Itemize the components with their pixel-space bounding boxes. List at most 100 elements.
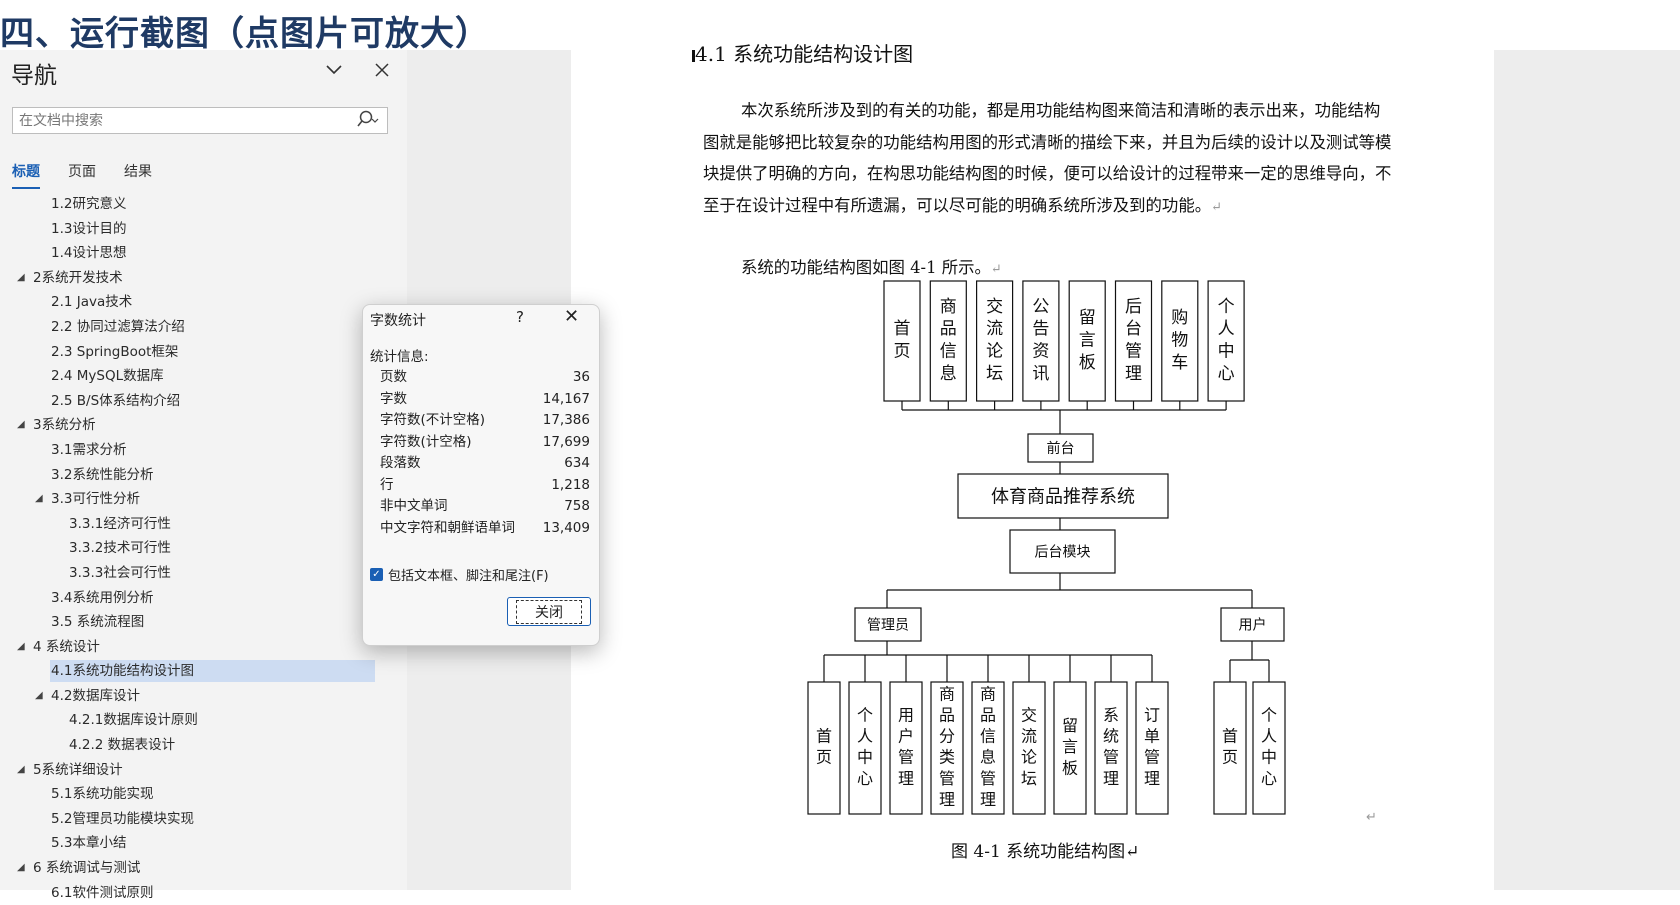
nav-title: 导航 — [11, 63, 57, 89]
paragraph-mark: ↵ — [1366, 810, 1377, 825]
page-heading: 四、运行截图（点图片可放大） — [0, 14, 490, 54]
outline-item-label: 2.1 Java技术 — [51, 294, 133, 311]
outline-item[interactable]: 5.3本章小结 — [0, 831, 400, 856]
outline-item[interactable]: ◢ 5系统详细设计 — [0, 758, 400, 783]
front-box-label: 前台 — [1047, 440, 1075, 457]
outline-item[interactable]: 6.1软件测试原则 — [0, 881, 400, 905]
outline-item[interactable]: ◢ 2系统开发技术 — [0, 266, 400, 291]
module-label: 购物车 — [1171, 308, 1188, 373]
module-label: 留言板 — [1079, 308, 1096, 373]
expand-triangle-icon[interactable]: ◢ — [17, 413, 25, 438]
outline-item-label: 5.2管理员功能模块实现 — [51, 810, 194, 827]
statistic-value: 1,218 — [551, 476, 590, 493]
statistic-name: 字数 — [380, 390, 407, 407]
outline-item[interactable]: 2.2 协同过滤算法介绍 — [0, 315, 400, 340]
checkbox-checked-icon[interactable]: ✓ — [370, 568, 383, 581]
nav-tabs: 标题 页面 结果 — [12, 161, 180, 189]
outline-item[interactable]: 3.3.3社会可行性 — [0, 561, 400, 586]
chevron-down-icon[interactable] — [326, 60, 342, 79]
outline-item-label: 1.3设计目的 — [51, 220, 127, 237]
outline-item-label: 4.2.1数据库设计原则 — [69, 712, 198, 729]
tab-pages[interactable]: 页面 — [68, 161, 96, 189]
outline-item[interactable]: ◢ 4.2数据库设计 — [0, 684, 400, 709]
expand-triangle-icon[interactable]: ◢ — [17, 758, 25, 783]
tab-results[interactable]: 结果 — [124, 161, 152, 189]
outline-item-label: 3.3.3社会可行性 — [69, 564, 171, 581]
outline-item[interactable]: ◢ 3系统分析 — [0, 413, 400, 438]
statistic-name: 非中文单词 — [380, 498, 448, 514]
outline-item-label: 3.2系统性能分析 — [51, 466, 154, 483]
statistic-name: 行 — [380, 476, 394, 493]
user-box-label: 用户 — [1239, 617, 1267, 634]
statistic-name: 字符数(计空格) — [380, 433, 472, 450]
outline-item[interactable]: ◢ 6 系统调试与测试 — [0, 856, 400, 881]
expand-triangle-icon[interactable]: ◢ — [17, 856, 25, 881]
outline-item-label: 1.4设计思想 — [51, 245, 127, 262]
statistics-row: 行 1,218 — [380, 474, 590, 496]
statistics-row: 字数 14,167 — [380, 388, 590, 410]
statistic-value: 634 — [564, 455, 590, 471]
close-icon[interactable]: ✕ — [564, 306, 579, 327]
outline-item-label: 2系统开发技术 — [33, 269, 123, 286]
expand-triangle-icon[interactable]: ◢ — [35, 684, 43, 709]
outline-item[interactable]: 1.4设计思想 — [0, 241, 400, 266]
search-input[interactable] — [13, 108, 345, 133]
close-button[interactable]: 关闭 — [507, 597, 591, 626]
module-label: 留言板 — [1062, 716, 1078, 777]
outline-item[interactable]: 4.1系统功能结构设计图 — [0, 659, 400, 684]
outline-item-label: 1.2研究意义 — [51, 196, 127, 212]
outline-item[interactable]: 5.1系统功能实现 — [0, 782, 400, 807]
statistic-value: 17,699 — [542, 433, 590, 450]
outline-item-label: 2.4 MySQL数据库 — [51, 368, 164, 385]
expand-triangle-icon[interactable]: ◢ — [17, 266, 25, 291]
expand-triangle-icon[interactable]: ◢ — [35, 487, 43, 512]
outline-item[interactable]: 3.4系统用例分析 — [0, 586, 400, 611]
checkbox-label: 包括文本框、脚注和尾注(F) — [388, 569, 549, 584]
outline-item[interactable]: 1.3设计目的 — [0, 217, 400, 242]
outline-item-label: 3.3.1经济可行性 — [69, 515, 171, 532]
outline-item-label: 3.5 系统流程图 — [51, 614, 145, 631]
outline-item[interactable]: 3.2系统性能分析 — [0, 463, 400, 488]
outline-item[interactable]: 1.2研究意义 — [0, 192, 400, 217]
outline-item[interactable]: ◢ 3.3可行性分析 — [0, 487, 400, 512]
include-textboxes-checkbox[interactable]: ✓ 包括文本框、脚注和尾注(F) — [370, 565, 549, 584]
statistics-row: 非中文单词 758 — [380, 495, 590, 517]
outline-item-label: 3.3.2技术可行性 — [69, 540, 171, 557]
statistics-label: 统计信息: — [370, 349, 429, 365]
expand-triangle-icon[interactable]: ◢ — [17, 635, 25, 660]
outline-item-label: 3.3可行性分析 — [51, 491, 140, 508]
word-count-dialog: 字数统计 ? ✕ 统计信息: 页数 36 字数 14,167 字符数(不计空格) 17,3… — [362, 304, 600, 646]
outline-item-label: 3.4系统用例分析 — [51, 589, 154, 606]
search-icon[interactable] — [357, 109, 379, 134]
tab-headings[interactable]: 标题 — [12, 161, 40, 189]
outline-item[interactable]: 3.5 系统流程图 — [0, 610, 400, 635]
statistic-value: 14,167 — [542, 390, 590, 407]
outline-item[interactable]: 3.3.1经济可行性 — [0, 512, 400, 537]
statistics-row: 字符数(不计空格) 17,386 — [380, 409, 590, 431]
outline-item[interactable]: 5.2管理员功能模块实现 — [0, 807, 400, 832]
document-page: 4.1 系统功能结构设计图 本次系统所涉及到的有关的功能，都是用功能结构图来简洁… — [571, 42, 1494, 890]
outline-item[interactable]: 3.1需求分析 — [0, 438, 400, 463]
function-structure-diagram: 首页商品信息交流论坛公告资讯留言板后台管理购物车个人中心前台体育商品推荐系统后台… — [807, 280, 1286, 815]
outline-item[interactable]: 4.2.1数据库设计原则 — [0, 708, 400, 733]
statistics-row: 段落数 634 — [380, 452, 590, 474]
outline-item[interactable]: 3.3.2技术可行性 — [0, 536, 400, 561]
nav-search-box — [12, 107, 388, 134]
statistic-value: 17,386 — [542, 412, 590, 428]
help-icon[interactable]: ? — [516, 308, 524, 326]
outline-item[interactable]: 4.2.2 数据表设计 — [0, 733, 400, 758]
close-button-label: 关闭 — [516, 599, 582, 624]
statistics-row: 字符数(计空格) 17,699 — [380, 431, 590, 453]
outline-item[interactable]: 2.5 B/S体系结构介绍 — [0, 389, 400, 414]
outline-item-label: 4.2数据库设计 — [51, 687, 140, 704]
statistics-row: 页数 36 — [380, 366, 590, 388]
outline-item-label: 5系统详细设计 — [33, 761, 123, 778]
statistic-name: 段落数 — [380, 455, 421, 471]
outline-item[interactable]: 2.3 SpringBoot框架 — [0, 340, 400, 365]
outline-item[interactable]: 2.1 Java技术 — [0, 290, 400, 315]
admin-box-label: 管理员 — [867, 618, 909, 634]
outline-item[interactable]: ◢ 4 系统设计 — [0, 635, 400, 660]
statistics-row: 中文字符和朝鲜语单词 13,409 — [380, 517, 590, 539]
close-icon[interactable] — [375, 58, 389, 82]
outline-item[interactable]: 2.4 MySQL数据库 — [0, 364, 400, 389]
